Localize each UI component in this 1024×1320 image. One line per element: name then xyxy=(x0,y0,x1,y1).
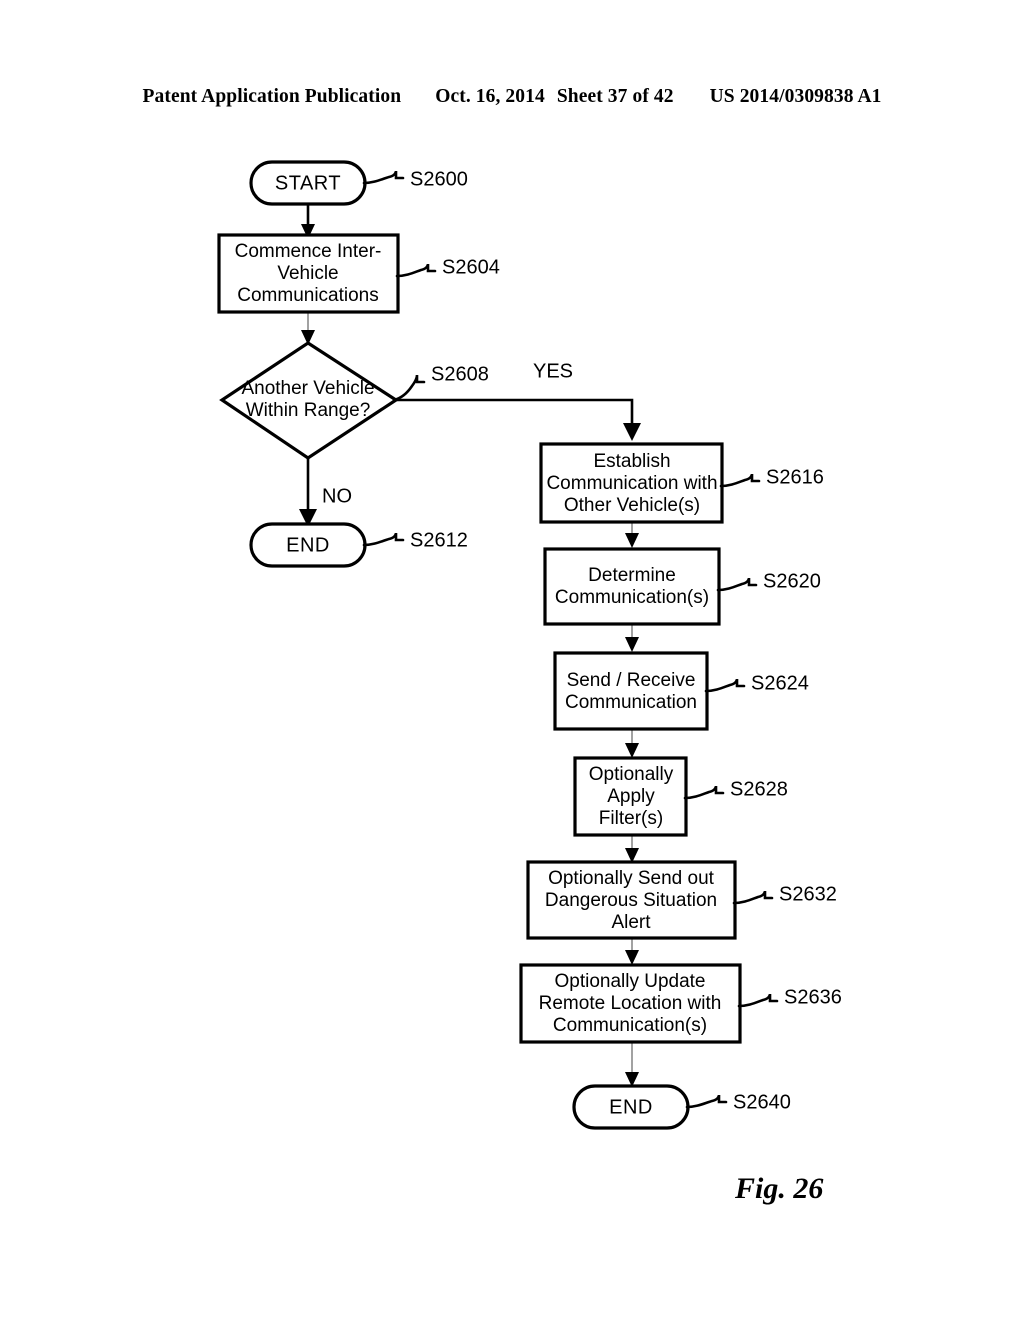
connector-send-receive-to-filters xyxy=(625,729,639,758)
leader-s2604: S2604 xyxy=(395,256,500,278)
node-end-yes-branch[interactable]: END xyxy=(572,1084,690,1130)
ref-label-s2608: S2608 xyxy=(431,363,489,385)
node-filters-line1: Optionally xyxy=(589,764,674,785)
connector-decision-no-to-end xyxy=(299,458,317,527)
node-end-no-label: END xyxy=(286,534,330,556)
connector-filters-to-alert xyxy=(625,835,639,863)
node-alert-line2: Dangerous Situation xyxy=(545,890,717,911)
node-update-remote-line2: Remote Location with xyxy=(539,993,722,1014)
ref-label-s2628: S2628 xyxy=(730,778,788,800)
node-determine-line1: Determine xyxy=(588,565,676,586)
ref-label-s2624: S2624 xyxy=(751,672,809,694)
leader-s2612: S2612 xyxy=(362,529,468,551)
ref-label-s2620: S2620 xyxy=(763,570,821,592)
node-establish-line2: Communication with xyxy=(546,473,717,494)
node-establish-line1: Establish xyxy=(593,451,670,472)
node-alert-line3: Alert xyxy=(611,912,651,933)
node-update-remote-line1: Optionally Update xyxy=(554,971,705,992)
node-end-yes-label: END xyxy=(609,1096,653,1118)
connector-commence-to-decision xyxy=(301,312,315,345)
leader-s2608: S2608 xyxy=(392,363,489,402)
node-send-receive-line2: Communication xyxy=(565,692,697,713)
connector-alert-to-update-remote xyxy=(625,938,639,965)
node-dangerous-situation-alert[interactable]: Optionally Send out Dangerous Situation … xyxy=(526,860,737,940)
leader-s2624: S2624 xyxy=(704,672,809,694)
connector-decision-yes-to-establish xyxy=(396,398,641,441)
ref-label-s2604: S2604 xyxy=(442,256,500,278)
node-end-no-branch[interactable]: END xyxy=(249,522,367,568)
figure-caption: Fig. 26 xyxy=(735,1172,824,1205)
node-determine-line2: Communication(s) xyxy=(555,587,709,608)
leader-s2632: S2632 xyxy=(732,883,837,905)
branch-label-yes: YES xyxy=(533,360,573,382)
ref-label-s2640: S2640 xyxy=(733,1091,791,1113)
node-start[interactable]: START xyxy=(249,160,367,206)
leader-s2636: S2636 xyxy=(737,986,842,1008)
node-commence-line2: Vehicle xyxy=(277,263,338,284)
node-filters-line2: Apply xyxy=(607,786,655,807)
leader-s2628: S2628 xyxy=(683,778,788,800)
leader-s2600: S2600 xyxy=(362,168,468,190)
connector-update-remote-to-end xyxy=(625,1042,639,1087)
branch-label-no: NO xyxy=(322,485,352,507)
node-optionally-apply-filters[interactable]: Optionally Apply Filter(s) xyxy=(573,756,688,837)
node-determine-communication[interactable]: Determine Communication(s) xyxy=(543,547,721,626)
ref-label-s2616: S2616 xyxy=(766,466,824,488)
ref-label-s2636: S2636 xyxy=(784,986,842,1008)
connector-determine-to-send-receive xyxy=(625,624,639,652)
node-establish-communication[interactable]: Establish Communication with Other Vehic… xyxy=(539,442,724,524)
node-update-remote-location[interactable]: Optionally Update Remote Location with C… xyxy=(519,963,742,1044)
node-send-receive-line1: Send / Receive xyxy=(567,670,696,691)
node-decision-line2: Within Range? xyxy=(246,400,371,421)
ref-label-s2612: S2612 xyxy=(410,529,468,551)
node-filters-line3: Filter(s) xyxy=(599,808,663,829)
node-start-label: START xyxy=(275,172,341,194)
node-decision-line1: Another Vehicle xyxy=(241,378,374,399)
leader-s2616: S2616 xyxy=(719,466,824,488)
ref-label-s2600: S2600 xyxy=(410,168,468,190)
node-commence-communications[interactable]: Commence Inter- Vehicle Communications xyxy=(217,233,400,314)
leader-s2620: S2620 xyxy=(716,570,821,592)
node-update-remote-line3: Communication(s) xyxy=(553,1015,707,1036)
node-alert-line1: Optionally Send out xyxy=(548,868,715,889)
node-decision-vehicle-in-range[interactable]: Another Vehicle Within Range? xyxy=(219,341,399,460)
ref-label-s2632: S2632 xyxy=(779,883,837,905)
flowchart-diagram: YES NO START S2600 Commence Inter- Vehic… xyxy=(217,160,842,1130)
connector-establish-to-determine xyxy=(625,522,639,548)
leader-s2640: S2640 xyxy=(685,1091,791,1113)
node-establish-line3: Other Vehicle(s) xyxy=(564,495,700,516)
node-send-receive-communication[interactable]: Send / Receive Communication xyxy=(553,651,709,731)
node-commence-line1: Commence Inter- xyxy=(235,241,382,262)
node-commence-line3: Communications xyxy=(237,285,379,306)
